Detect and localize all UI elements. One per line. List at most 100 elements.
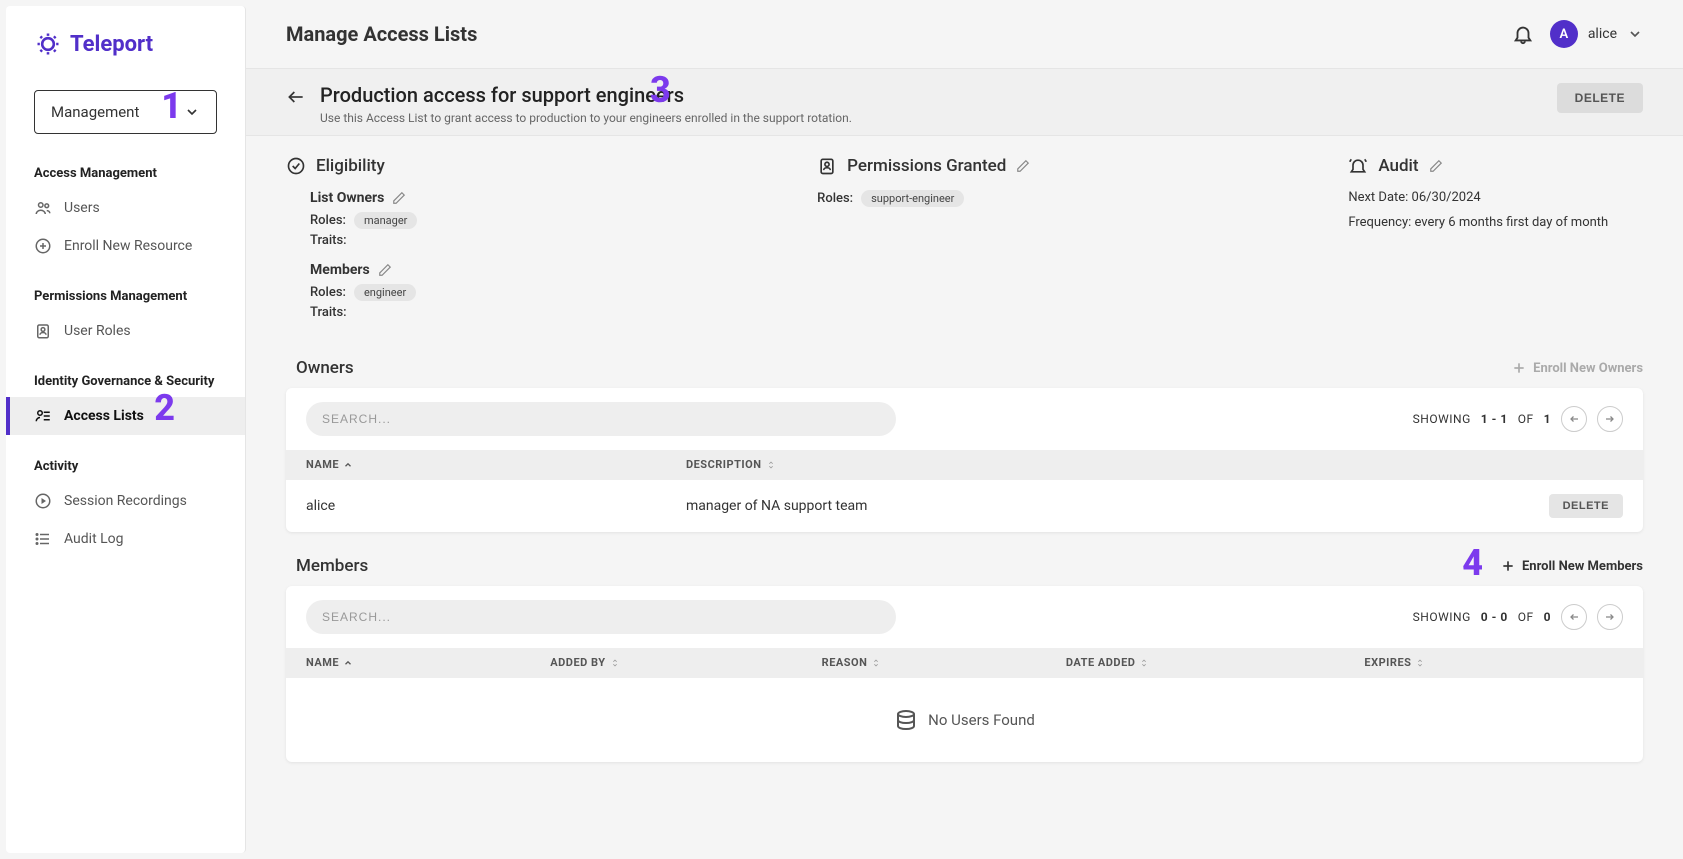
nav-item-user-roles[interactable]: User Roles [6, 312, 245, 350]
members-pager: SHOWING 0 - 0 OF 0 [1413, 604, 1623, 630]
page-title: Manage Access Lists [286, 22, 477, 46]
members-next-page[interactable] [1597, 604, 1623, 630]
sidebar: Teleport Management 1 Access Management … [6, 6, 246, 853]
list-users-icon [34, 407, 52, 425]
sort-icon [1139, 658, 1149, 668]
nav-mode-label: Management [51, 103, 139, 121]
nav-heading-perms: Permissions Management [6, 277, 245, 312]
members-prev-page[interactable] [1561, 604, 1587, 630]
owners-pager: SHOWING 1 - 1 OF 1 [1413, 406, 1623, 432]
nav-mode-dropdown[interactable]: Management 1 [34, 90, 217, 134]
owners-panel: Owners Enroll New Owners SHOWING 1 - 1 O… [286, 358, 1643, 532]
pencil-icon[interactable] [1016, 159, 1030, 173]
permissions-section: Permissions Granted Roles: support-engin… [817, 156, 1308, 211]
nav-item-label: Enroll New Resource [64, 238, 192, 254]
nav-item-label: Audit Log [64, 531, 124, 547]
check-circle-icon [286, 156, 306, 176]
audit-section: Audit Next Date: 06/30/2024 Frequency: e… [1348, 156, 1643, 240]
members-col-reason[interactable]: REASON [802, 648, 1046, 678]
nav-item-users[interactable]: Users [6, 189, 245, 227]
badge-icon [817, 156, 837, 176]
pencil-icon[interactable] [378, 263, 392, 277]
members-empty-text: No Users Found [928, 711, 1035, 729]
owners-col-name[interactable]: NAME [286, 450, 666, 480]
members-col-name[interactable]: NAME [286, 648, 530, 678]
enroll-owners-button[interactable]: Enroll New Owners [1511, 360, 1643, 376]
audit-frequency-value: every 6 months first day of month [1414, 215, 1608, 230]
nav-item-label: Session Recordings [64, 493, 187, 509]
owners-search-input[interactable] [306, 402, 896, 436]
brand-logo: Teleport [6, 6, 245, 82]
nav-item-enroll-resource[interactable]: Enroll New Resource [6, 227, 245, 265]
plus-icon [1500, 558, 1516, 574]
delete-access-list-button[interactable]: DELETE [1557, 83, 1643, 113]
sort-icon [871, 658, 881, 668]
nav-item-label: User Roles [64, 323, 131, 339]
audit-title: Audit [1378, 156, 1418, 176]
owner-desc-cell: manager of NA support team [666, 480, 1529, 533]
members-panel: Members Enroll New Members 4 SHOWING 0 -… [286, 556, 1643, 762]
database-icon [894, 708, 918, 732]
table-row: alice manager of NA support team DELETE [286, 480, 1643, 533]
owners-next-page[interactable] [1597, 406, 1623, 432]
username: alice [1588, 26, 1617, 42]
nav-item-session-recordings[interactable]: Session Recordings [6, 482, 245, 520]
nav-heading-activity: Activity [6, 447, 245, 482]
plus-icon [1511, 360, 1527, 376]
pencil-icon[interactable] [392, 191, 406, 205]
nav-heading-access-mgmt: Access Management [6, 154, 245, 189]
sort-icon [766, 460, 776, 470]
back-arrow-icon[interactable] [286, 87, 306, 107]
members-col-date-added[interactable]: DATE ADDED [1046, 648, 1345, 678]
members-empty-state: No Users Found [286, 678, 1643, 762]
owners-col-description[interactable]: DESCRIPTION [666, 450, 1529, 480]
sort-asc-icon [343, 460, 353, 470]
user-menu[interactable]: A alice [1550, 20, 1643, 48]
nav-item-label: Users [64, 200, 100, 216]
list-icon [34, 530, 52, 548]
enroll-owners-label: Enroll New Owners [1533, 361, 1643, 376]
access-list-subtitle: Use this Access List to grant access to … [320, 111, 852, 125]
callout-1: 1 [161, 85, 182, 127]
members-col-added-by[interactable]: ADDED BY [530, 648, 801, 678]
badge-icon [34, 322, 52, 340]
list-owners-label: List Owners [310, 190, 384, 206]
enroll-members-label: Enroll New Members [1522, 559, 1643, 574]
nav-item-access-lists[interactable]: Access Lists 2 [6, 397, 245, 435]
brand-name: Teleport [70, 32, 153, 57]
owners-title: Owners [296, 358, 354, 378]
enroll-members-button[interactable]: Enroll New Members [1500, 558, 1643, 574]
owner-name-cell: alice [286, 480, 666, 533]
members-roles-label: Roles: [310, 285, 346, 300]
plus-circle-icon [34, 237, 52, 255]
eligibility-title: Eligibility [316, 156, 385, 176]
owners-traits-label: Traits: [310, 233, 347, 248]
sort-icon [1415, 658, 1425, 668]
members-col-expires[interactable]: EXPIRES [1344, 648, 1643, 678]
members-roles-chip: engineer [354, 284, 416, 301]
members-traits-label: Traits: [310, 305, 347, 320]
permissions-roles-chip: support-engineer [861, 190, 964, 207]
owners-roles-label: Roles: [310, 213, 346, 228]
sort-asc-icon [343, 658, 353, 668]
permissions-roles-label: Roles: [817, 191, 853, 206]
permissions-title: Permissions Granted [847, 156, 1006, 176]
nav-item-label: Access Lists [64, 408, 144, 424]
owner-row-delete-button[interactable]: DELETE [1549, 494, 1623, 518]
members-search-input[interactable] [306, 600, 896, 634]
owners-prev-page[interactable] [1561, 406, 1587, 432]
avatar: A [1550, 20, 1578, 48]
owners-roles-chip: manager [354, 212, 417, 229]
pencil-icon[interactable] [1429, 159, 1443, 173]
notifications-icon[interactable] [1512, 23, 1534, 45]
nav-heading-igs: Identity Governance & Security [6, 362, 245, 397]
nav-item-audit-log[interactable]: Audit Log [6, 520, 245, 558]
play-circle-icon [34, 492, 52, 510]
audit-next-date-value: 06/30/2024 [1412, 190, 1481, 205]
main-content: Manage Access Lists A alice Production a… [246, 0, 1683, 859]
audit-next-date-label: Next Date: [1348, 190, 1408, 205]
teleport-logo-icon [34, 30, 62, 58]
access-list-title: Production access for support engineers [320, 83, 852, 107]
chevron-down-icon [1627, 26, 1643, 42]
members-title: Members [296, 556, 368, 576]
